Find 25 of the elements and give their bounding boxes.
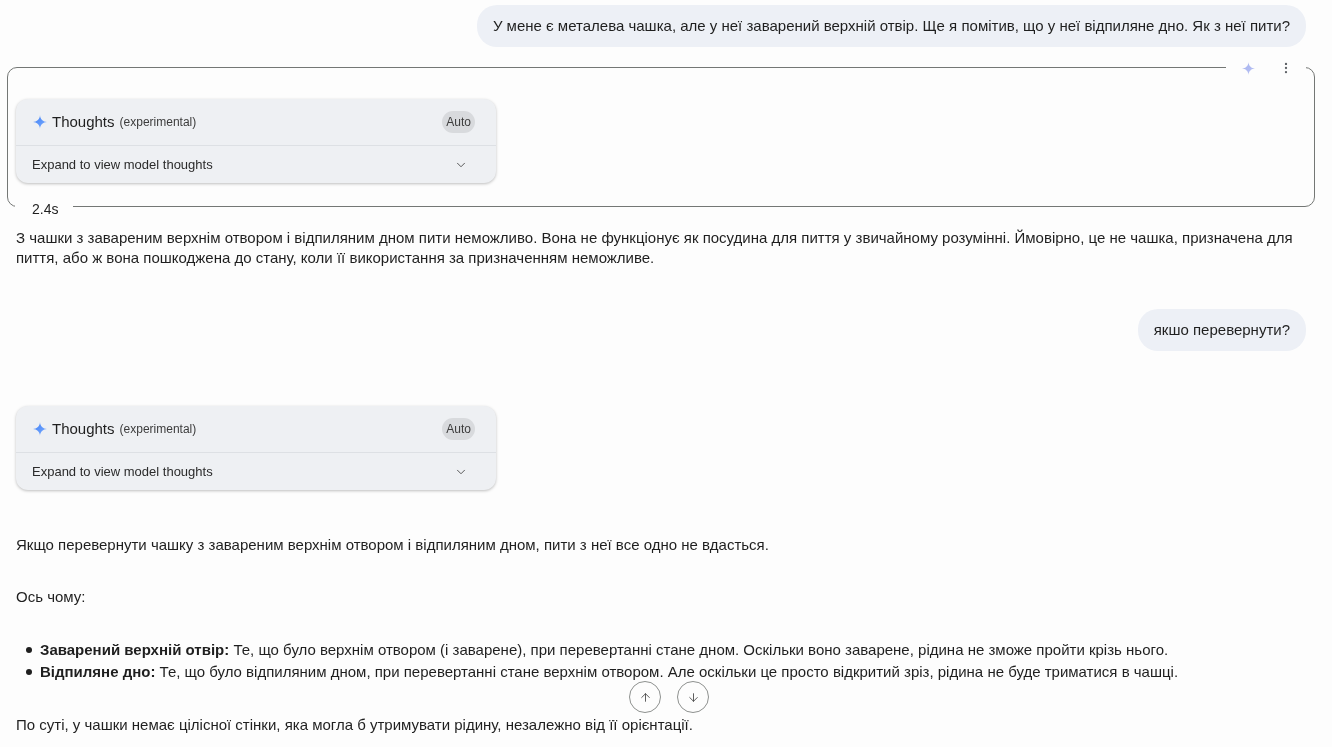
thoughts-tag: (experimental) [119,421,197,437]
thoughts-tag: (experimental) [119,114,197,130]
sparkle-icon [1241,61,1255,75]
bullet-icon [26,669,32,675]
arrow-down-icon [686,690,700,704]
thoughts-title: Thoughts [52,112,115,132]
mode-badge: Auto [442,111,475,133]
list-item-text: Відпиляне дно: Те, що було відпиляним дном, при перевертанні стане верхнім отвором. Але оскільки це просто відкритий зріз, рідина не буде триматися в чашці. [40,662,1179,682]
expand-thoughts-toggle[interactable]: Expand to view model thoughts [16,146,496,183]
response-paragraph: Ось чому: [16,587,87,607]
list-item-text: Заварений верхній отвір: Те, що було верхнім отвором (і заварене), при перевертанні стане дном. Оскільки воно заварене, рідина не зможе пройти крізь нього. [40,640,1169,660]
response-paragraph: З чашки з завареним верхнім отвором і відпиляним дном пити неможливо. Вона не функціонує як посудина для пиття у звичайному розумінні. Ймовірно, це не чашка, призначена для пиття, або ж вона пошкоджена до стану, коли її використання за призначенням неможливе. [16,228,1294,268]
user-message-bubble: якшо перевернути? [1137,309,1306,351]
sparkle-icon [33,422,47,436]
user-message-bubble: У мене є металева чашка, але у неї заварений верхній отвір. Ще я помітив, що у неї відпиляне дно. Як з неї пити? [476,5,1306,47]
arrow-up-icon [638,690,652,704]
scroll-down-button[interactable] [677,681,709,713]
scroll-up-button[interactable] [629,681,661,713]
thoughts-title: Thoughts [52,419,115,439]
mode-badge: Auto [442,418,475,440]
sparkle-icon [33,115,47,129]
response-paragraph: По суті, у чашки немає цілісної стінки, яка могла б утримувати рідину, незалежно від її орієнтації. [16,715,694,735]
response-paragraph: Якщо перевернути чашку з завареним верхнім отвором і відпиляним дном, пити з неї все одно не вдасться. [16,535,770,555]
expand-thoughts-toggle[interactable]: Expand to view model thoughts [16,453,496,490]
bullet-icon [26,647,32,653]
